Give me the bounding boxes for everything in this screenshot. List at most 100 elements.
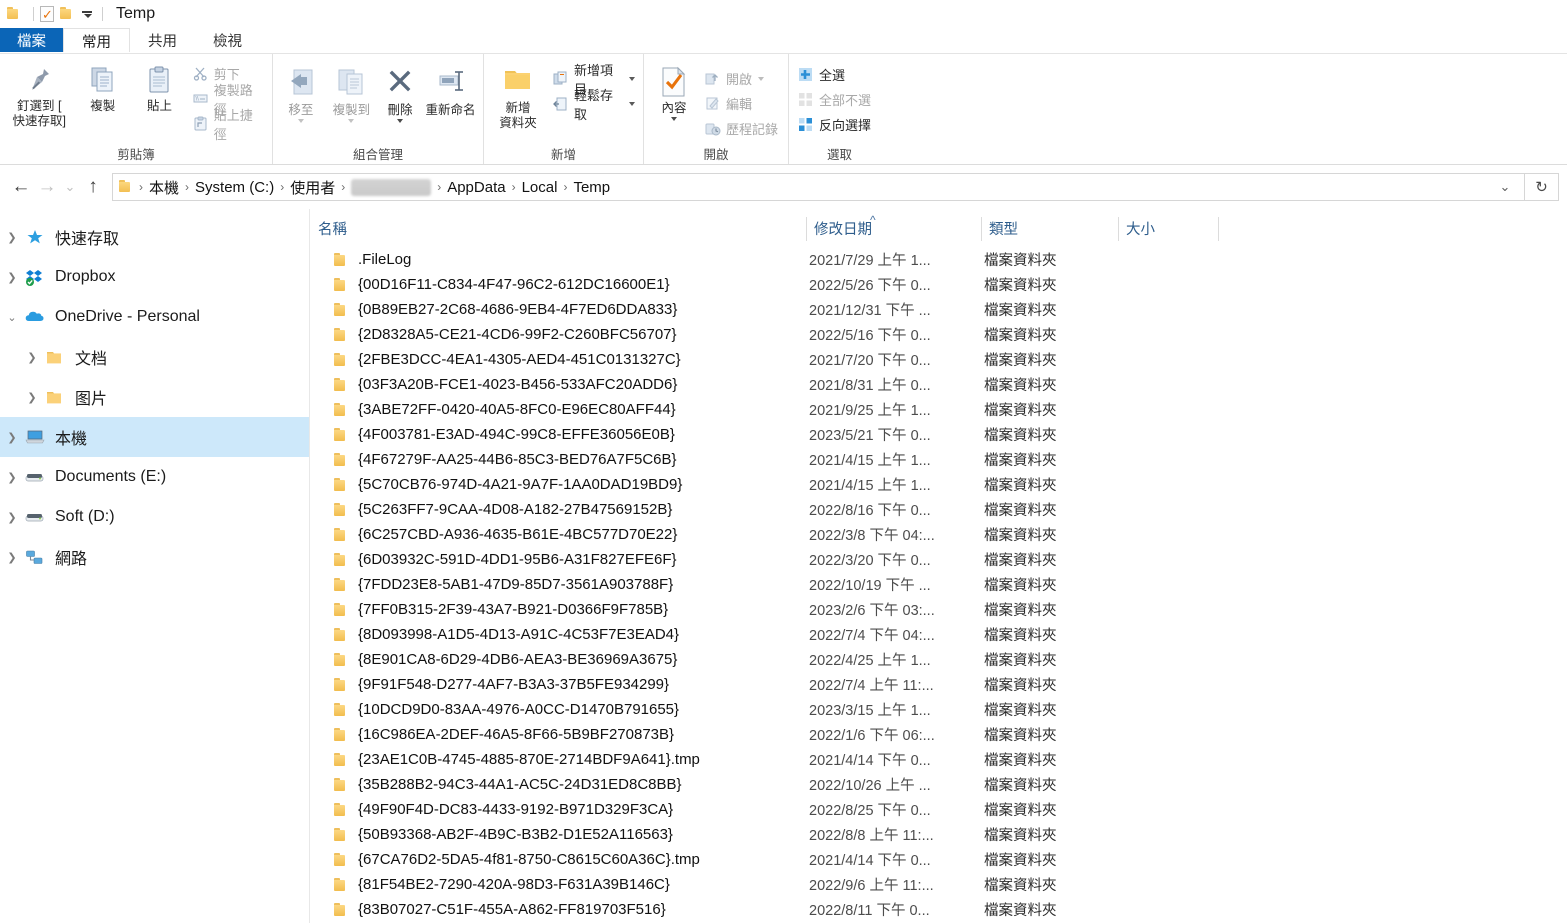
- table-row[interactable]: {03F3A20B-FCE1-4023-B456-533AFC20ADD6}20…: [310, 372, 1567, 397]
- folder-icon[interactable]: [7, 6, 23, 22]
- edit-button[interactable]: 編輯: [700, 91, 782, 116]
- table-row[interactable]: {5C263FF7-9CAA-4D08-A182-27B47569152B}20…: [310, 497, 1567, 522]
- chevron-down-icon[interactable]: [758, 77, 764, 81]
- delete-button[interactable]: 刪除: [378, 62, 422, 123]
- new-folder-button[interactable]: 新增 資料夾: [488, 60, 548, 131]
- table-row[interactable]: {81F54BE2-7290-420A-98D3-F631A39B146C}20…: [310, 872, 1567, 897]
- cell-name[interactable]: {10DCD9D0-83AA-4976-A0CC-D1470B791655}: [310, 701, 806, 718]
- cell-name[interactable]: {49F90F4D-DC83-4433-9192-B971D329F3CA}: [310, 801, 806, 818]
- table-row[interactable]: {4F67279F-AA25-44B6-85C3-BED76A7F5C6B}20…: [310, 447, 1567, 472]
- move-to-button[interactable]: 移至: [277, 62, 325, 123]
- breadcrumb-item-appdata[interactable]: AppData: [443, 179, 509, 196]
- copy-button[interactable]: 複製: [74, 58, 131, 114]
- pin-to-quick-access-button[interactable]: 釘選到 [ 快速存取]: [4, 58, 74, 129]
- cell-name[interactable]: {8E901CA8-6D29-4DB6-AEA3-BE36969A3675}: [310, 651, 806, 668]
- sidebar-item-onedrive-personal[interactable]: ⌄ OneDrive - Personal: [0, 297, 309, 337]
- customize-dropdown-icon[interactable]: [80, 6, 94, 22]
- chevron-right-icon[interactable]: ❯: [0, 551, 24, 564]
- cell-name[interactable]: {83B07027-C51F-455A-A862-FF819703F516}: [310, 901, 806, 918]
- cell-name[interactable]: {2D8328A5-CE21-4CD6-99F2-C260BFC56707}: [310, 326, 806, 343]
- cell-name[interactable]: {4F67279F-AA25-44B6-85C3-BED76A7F5C6B}: [310, 451, 806, 468]
- table-row[interactable]: {8E901CA8-6D29-4DB6-AEA3-BE36969A3675}20…: [310, 647, 1567, 672]
- chevron-right-icon[interactable]: ❯: [0, 431, 24, 444]
- select-none-button[interactable]: 全部不選: [793, 87, 875, 112]
- refresh-button[interactable]: ↻: [1525, 173, 1559, 201]
- cell-name[interactable]: {50B93368-AB2F-4B9C-B3B2-D1E52A116563}: [310, 826, 806, 843]
- chevron-down-icon[interactable]: [629, 77, 635, 81]
- table-row[interactable]: {10DCD9D0-83AA-4976-A0CC-D1470B791655}20…: [310, 697, 1567, 722]
- cell-name[interactable]: {81F54BE2-7290-420A-98D3-F631A39B146C}: [310, 876, 806, 893]
- invert-selection-button[interactable]: 反向選擇: [793, 112, 875, 137]
- table-row[interactable]: {9F91F548-D277-4AF7-B3A3-37B5FE934299}20…: [310, 672, 1567, 697]
- table-row[interactable]: {8D093998-A1D5-4D13-A91C-4C53F7E3EAD4}20…: [310, 622, 1567, 647]
- chevron-right-icon[interactable]: ❯: [0, 471, 24, 484]
- cell-name[interactable]: {3ABE72FF-0420-40A5-8FC0-E96EC80AFF44}: [310, 401, 806, 418]
- tab-file[interactable]: 檔案: [0, 28, 63, 53]
- table-row[interactable]: {83B07027-C51F-455A-A862-FF819703F516}20…: [310, 897, 1567, 922]
- cell-name[interactable]: {35B288B2-94C3-44A1-AC5C-24D31ED8C8BB}: [310, 776, 806, 793]
- rename-button[interactable]: 重新命名: [422, 62, 479, 118]
- chevron-right-icon[interactable]: ❯: [0, 511, 24, 524]
- breadcrumb-item-system-c[interactable]: System (C:): [191, 179, 278, 196]
- table-row[interactable]: .FileLog2021/7/29 上午 1...檔案資料夾: [310, 247, 1567, 272]
- cell-name[interactable]: {6D03932C-591D-4DD1-95B6-A31F827EFE6F}: [310, 551, 806, 568]
- table-row[interactable]: {67CA76D2-5DA5-4f81-8750-C8615C60A36C}.t…: [310, 847, 1567, 872]
- properties-icon[interactable]: ✓: [40, 6, 56, 22]
- sidebar-item-dropbox[interactable]: ❯ Dropbox: [0, 257, 309, 297]
- recent-locations-button[interactable]: ⌄: [60, 174, 80, 200]
- cell-name[interactable]: {5C263FF7-9CAA-4D08-A182-27B47569152B}: [310, 501, 806, 518]
- cell-name[interactable]: {03F3A20B-FCE1-4023-B456-533AFC20ADD6}: [310, 376, 806, 393]
- new-folder-icon[interactable]: [60, 6, 76, 22]
- cell-name[interactable]: {00D16F11-C834-4F47-96C2-612DC16600E1}: [310, 276, 806, 293]
- table-row[interactable]: {4F003781-E3AD-494C-99C8-EFFE36056E0B}20…: [310, 422, 1567, 447]
- table-row[interactable]: {2FBE3DCC-4EA1-4305-AED4-451C0131327C}20…: [310, 347, 1567, 372]
- up-button[interactable]: ↑: [80, 174, 106, 200]
- cell-name[interactable]: {7FF0B315-2F39-43A7-B921-D0366F9F785B}: [310, 601, 806, 618]
- open-button[interactable]: 開啟: [700, 66, 782, 91]
- breadcrumb-item-local[interactable]: Local: [518, 179, 562, 196]
- forward-button[interactable]: →: [34, 174, 60, 200]
- properties-button[interactable]: 內容: [648, 60, 700, 121]
- history-button[interactable]: 歷程記錄: [700, 116, 782, 141]
- column-header-size[interactable]: 大小: [1118, 217, 1218, 247]
- paste-shortcut-button[interactable]: 貼上捷徑: [188, 111, 268, 136]
- cell-name[interactable]: {6C257CBD-A936-4635-B61E-4BC577D70E22}: [310, 526, 806, 543]
- table-row[interactable]: {00D16F11-C834-4F47-96C2-612DC16600E1}20…: [310, 272, 1567, 297]
- sidebar-item-documents-cn[interactable]: ❯ 文档: [0, 337, 309, 377]
- breadcrumb-item-this-pc[interactable]: 本機: [145, 177, 183, 198]
- select-all-button[interactable]: 全選: [793, 62, 875, 87]
- cell-name[interactable]: {7FDD23E8-5AB1-47D9-85D7-3561A903788F}: [310, 576, 806, 593]
- breadcrumb-item-temp[interactable]: Temp: [569, 179, 614, 196]
- table-row[interactable]: {16C986EA-2DEF-46A5-8F66-5B9BF270873B}20…: [310, 722, 1567, 747]
- breadcrumb-item-username-redacted[interactable]: [351, 179, 431, 196]
- chevron-down-icon[interactable]: ⌄: [0, 311, 24, 324]
- back-button[interactable]: ←: [8, 174, 34, 200]
- chevron-down-icon[interactable]: [397, 119, 403, 123]
- cell-name[interactable]: .FileLog: [310, 251, 806, 268]
- cell-name[interactable]: {9F91F548-D277-4AF7-B3A3-37B5FE934299}: [310, 676, 806, 693]
- chevron-right-icon[interactable]: ❯: [20, 391, 44, 404]
- table-row[interactable]: {5C70CB76-974D-4A21-9A7F-1AA0DAD19BD9}20…: [310, 472, 1567, 497]
- table-row[interactable]: {23AE1C0B-4745-4885-870E-2714BDF9A641}.t…: [310, 747, 1567, 772]
- chevron-right-icon[interactable]: ❯: [0, 231, 24, 244]
- sidebar-item-network[interactable]: ❯ 網路: [0, 537, 309, 577]
- table-row[interactable]: {0B89EB27-2C68-4686-9EB4-4F7ED6DDA833}20…: [310, 297, 1567, 322]
- table-row[interactable]: {50B93368-AB2F-4B9C-B3B2-D1E52A116563}20…: [310, 822, 1567, 847]
- column-header-name[interactable]: 名稱: [310, 217, 806, 247]
- table-row[interactable]: {6C257CBD-A936-4635-B61E-4BC577D70E22}20…: [310, 522, 1567, 547]
- column-header-type[interactable]: 類型: [981, 217, 1118, 247]
- cell-name[interactable]: {5C70CB76-974D-4A21-9A7F-1AA0DAD19BD9}: [310, 476, 806, 493]
- chevron-right-icon[interactable]: ❯: [0, 271, 24, 284]
- chevron-down-icon[interactable]: [298, 119, 304, 123]
- table-row[interactable]: {7FF0B315-2F39-43A7-B921-D0366F9F785B}20…: [310, 597, 1567, 622]
- table-row[interactable]: {6D03932C-591D-4DD1-95B6-A31F827EFE6F}20…: [310, 547, 1567, 572]
- sidebar-item-pictures-cn[interactable]: ❯ 图片: [0, 377, 309, 417]
- cell-name[interactable]: {23AE1C0B-4745-4885-870E-2714BDF9A641}.t…: [310, 751, 806, 768]
- cell-name[interactable]: {8D093998-A1D5-4D13-A91C-4C53F7E3EAD4}: [310, 626, 806, 643]
- paste-button[interactable]: 貼上: [131, 58, 188, 114]
- tab-home[interactable]: 常用: [63, 28, 130, 53]
- table-row[interactable]: {49F90F4D-DC83-4433-9192-B971D329F3CA}20…: [310, 797, 1567, 822]
- breadcrumb-item-users[interactable]: 使用者: [286, 177, 339, 198]
- cell-name[interactable]: {4F003781-E3AD-494C-99C8-EFFE36056E0B}: [310, 426, 806, 443]
- chevron-down-icon[interactable]: [629, 102, 635, 106]
